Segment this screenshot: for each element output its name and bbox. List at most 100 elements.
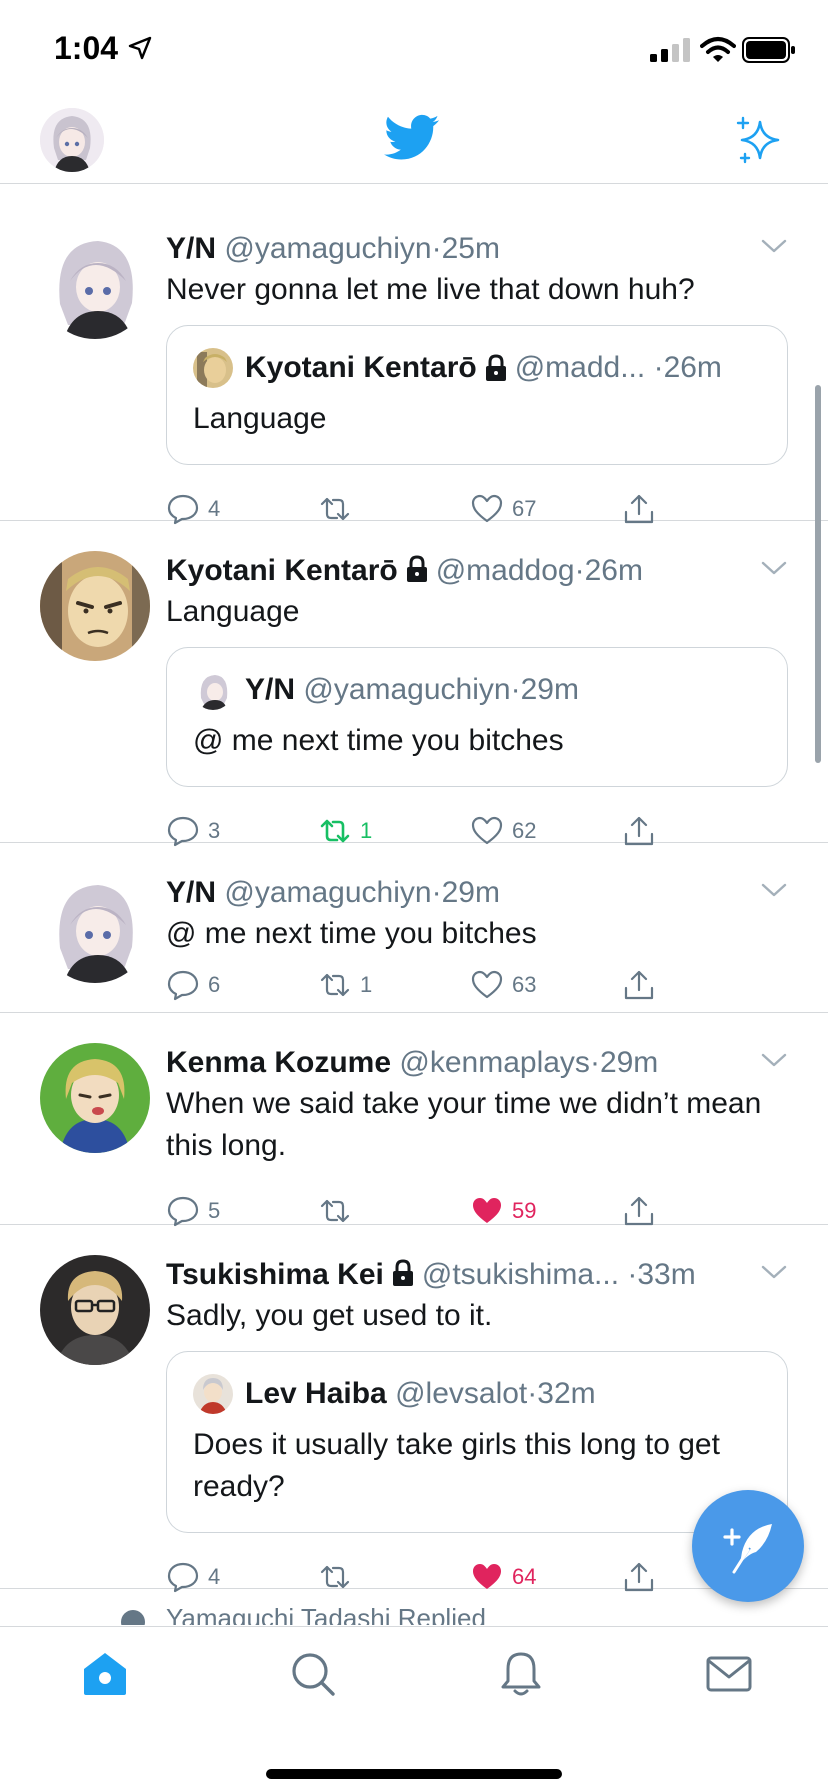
quote-header: Y/N @yamaguchiyn · 29m: [193, 670, 761, 710]
avatar-image: [193, 348, 233, 388]
search-icon[interactable]: [288, 1649, 338, 1699]
quoted-tweet[interactable]: Lev Haiba @levsalot · 32m Does it usually …: [166, 1351, 788, 1533]
chevron-down-icon[interactable]: [760, 1263, 788, 1281]
quote-handle: @levsalot: [395, 1377, 528, 1410]
tweet[interactable]: Kenma Kozume @kenmaplays·29m When we sai…: [0, 1013, 828, 1228]
share-icon: [624, 970, 654, 1000]
quoted-tweet[interactable]: Kyotani Kentarō @madd... · 26m Language: [166, 325, 788, 465]
heart-filled-icon: [473, 1198, 501, 1223]
separator-dot: ·: [431, 232, 442, 265]
reply-button[interactable]: 6: [166, 968, 318, 1002]
like-button[interactable]: 63: [470, 968, 622, 1002]
avatar-yn[interactable]: [40, 229, 150, 339]
separator-dot: ·: [510, 673, 521, 706]
like-count: 63: [512, 972, 537, 997]
tweet[interactable]: Y/N @yamaguchiyn·25m Never gonna let me …: [0, 199, 828, 525]
quoted-tweet[interactable]: Y/N @yamaguchiyn · 29m @ me next time you …: [166, 647, 788, 787]
retweet-icon: [320, 1199, 350, 1223]
avatar-tsukishima[interactable]: [40, 1255, 150, 1365]
display-name[interactable]: Kyotani Kentarō: [166, 554, 398, 587]
retweet-button[interactable]: 1: [318, 968, 470, 1002]
scrollbar[interactable]: [815, 385, 821, 763]
timestamp: 29m: [441, 876, 500, 909]
chevron-down-icon[interactable]: [760, 237, 788, 255]
reply-button[interactable]: 5: [166, 1194, 318, 1228]
retweet-button[interactable]: [318, 1194, 470, 1228]
tweet[interactable]: Y/N @yamaguchiyn·29m @ me next time you …: [0, 843, 828, 1013]
tweet-actions: 6 1 63: [166, 955, 788, 1015]
compose-tweet-button[interactable]: [692, 1490, 804, 1602]
profile-avatar-image: [40, 108, 104, 172]
display-name[interactable]: Tsukishima Kei: [166, 1258, 384, 1291]
chevron-down-icon[interactable]: [760, 881, 788, 899]
bottom-tab-bar: [0, 1626, 828, 1792]
tweet-header: Tsukishima Kei @tsukishima... ·33m: [166, 1255, 788, 1295]
separator-dot: ·: [574, 554, 585, 587]
handle: @yamaguchiyn: [224, 876, 432, 909]
avatar-image: [40, 551, 150, 661]
like-count: 67: [512, 496, 537, 521]
separator-dot: ·: [627, 1258, 638, 1291]
quote-text: Does it usually take girls this long to …: [193, 1428, 720, 1503]
handle: @kenmaplays: [399, 1046, 590, 1079]
avatar-yn[interactable]: [40, 873, 150, 983]
compose-feather-icon: [723, 1524, 772, 1574]
avatar-kenma[interactable]: [40, 1043, 150, 1153]
separator-dot: ·: [431, 876, 442, 909]
reply-icon: [167, 1196, 199, 1227]
reply-count: 4: [208, 496, 221, 521]
timestamp: 29m: [599, 1046, 659, 1079]
display-name[interactable]: Y/N: [166, 876, 216, 909]
share-icon: [624, 1196, 654, 1226]
profile-avatar[interactable]: [40, 108, 104, 172]
top-nav: [0, 94, 828, 184]
home-icon[interactable]: [80, 1649, 130, 1699]
lock-icon: [485, 354, 506, 381]
timeline-feed[interactable]: Y/N @yamaguchiyn·25m Never gonna let me …: [0, 185, 828, 1625]
tweet-header: Kenma Kozume @kenmaplays·29m: [166, 1043, 788, 1083]
notifications-bell-icon[interactable]: [496, 1649, 546, 1699]
share-button[interactable]: [622, 968, 664, 1002]
home-indicator: [266, 1769, 562, 1779]
retweet-icon: [320, 973, 350, 997]
quote-display-name: Y/N: [245, 673, 296, 706]
separator-dot: ·: [527, 1377, 538, 1410]
tweet-text: Sadly, you get used to it.: [166, 1299, 493, 1332]
quote-avatar: [193, 348, 233, 388]
avatar-image: [193, 1374, 233, 1414]
chevron-down-icon[interactable]: [760, 559, 788, 577]
twitter-logo-icon[interactable]: [384, 114, 440, 162]
messages-envelope-icon[interactable]: [704, 1649, 754, 1699]
chevron-down-icon[interactable]: [760, 1051, 788, 1069]
tweet-text: @ me next time you bitches: [166, 917, 537, 950]
tweet-header: Y/N @yamaguchiyn·25m: [166, 229, 788, 269]
separator-dot: ·: [589, 1046, 600, 1079]
person-icon: [121, 1610, 145, 1625]
lock-icon: [406, 555, 427, 582]
avatar-image: [40, 873, 150, 983]
tweet-text: Language: [166, 595, 300, 628]
like-button[interactable]: 59: [470, 1194, 622, 1228]
reply-context[interactable]: Yamaguchi Tadashi Replied: [0, 1589, 828, 1625]
battery-icon: [742, 37, 795, 63]
display-name[interactable]: Kenma Kozume: [166, 1046, 391, 1079]
quote-handle: @madd...: [514, 351, 646, 384]
handle: @tsukishima...: [421, 1258, 620, 1291]
quote-display-name: Kyotani Kentarō: [245, 351, 477, 384]
handle: @yamaguchiyn: [224, 232, 432, 265]
separator-dot: ·: [653, 351, 664, 384]
heart-icon: [471, 970, 503, 999]
tweet-header: Y/N @yamaguchiyn·29m: [166, 873, 788, 913]
quote-avatar: [193, 670, 233, 710]
avatar-kyotani[interactable]: [40, 551, 150, 661]
tweet[interactable]: Kyotani Kentarō @maddog·26m Language Y/N …: [0, 521, 828, 847]
avatar-image: [40, 229, 150, 339]
share-button[interactable]: [622, 1194, 664, 1228]
like-count: 59: [512, 1198, 537, 1223]
quote-text: @ me next time you bitches: [193, 724, 564, 757]
display-name[interactable]: Y/N: [166, 232, 216, 265]
retweet-count: 1: [360, 818, 373, 843]
status-bar: 1:04: [0, 0, 828, 94]
quote-header: Kyotani Kentarō @madd... · 26m: [193, 348, 761, 388]
sparkle-icon[interactable]: [734, 116, 784, 166]
